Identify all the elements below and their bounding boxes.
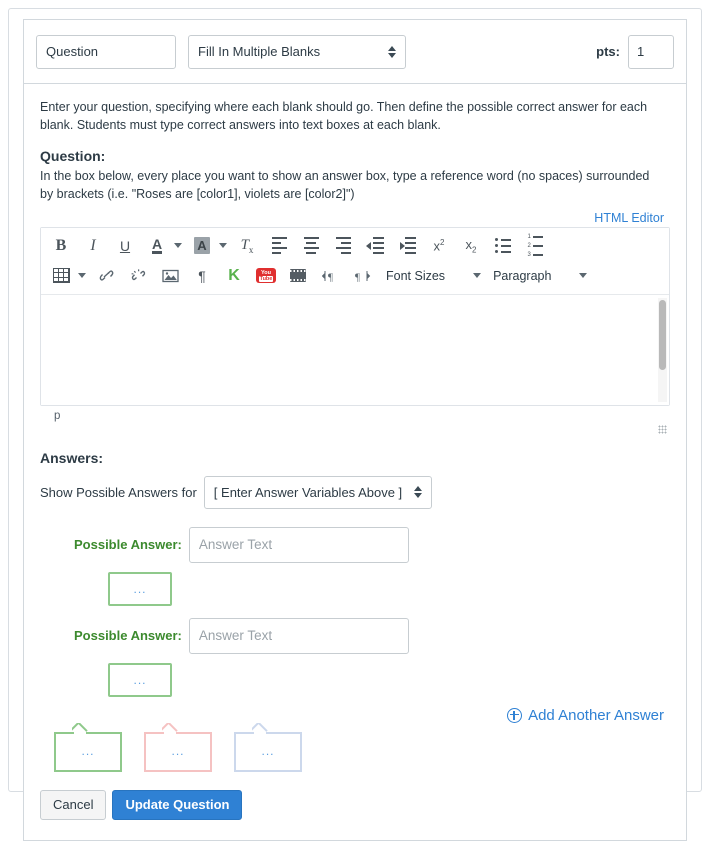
plus-circle-icon — [507, 707, 523, 723]
editor-content-area[interactable] — [41, 293, 669, 405]
image-icon[interactable] — [157, 263, 183, 289]
question-type-select[interactable]: Fill In Multiple Blanks — [188, 34, 406, 69]
update-question-button[interactable]: Update Question — [112, 789, 243, 820]
kaltura-icon[interactable]: K — [221, 263, 247, 289]
form-footer: Cancel Update Question — [40, 789, 670, 824]
possible-answer-input[interactable] — [188, 526, 409, 563]
correct-comment-bubble[interactable]: ... — [54, 731, 122, 772]
paragraph-label[interactable]: Paragraph — [485, 269, 553, 283]
editor-toolbar-row-2: ¶ K You Tube ¶ ¶ Font Sizes Paragraph — [45, 261, 665, 291]
ltr-icon[interactable]: ¶ — [317, 263, 343, 289]
question-header: Fill In Multiple Blanks pts: — [24, 20, 686, 84]
align-center-icon[interactable] — [298, 233, 324, 259]
font-sizes-label[interactable]: Font Sizes — [378, 269, 447, 283]
answer-row: Possible Answer: — [40, 526, 670, 563]
numbered-list-icon[interactable]: 1 2 3 — [522, 233, 548, 259]
points-group: pts: — [596, 34, 674, 69]
svg-text:¶: ¶ — [355, 271, 360, 283]
rich-text-editor: B I U A A Tx x2 x2 1 2 3 ¶ K You Tube ¶ … — [40, 226, 670, 406]
svg-text:¶: ¶ — [328, 271, 333, 283]
youtube-icon[interactable]: You Tube — [253, 263, 279, 289]
show-answers-row: Show Possible Answers for [ Enter Answer… — [40, 475, 670, 509]
table-icon[interactable] — [48, 263, 74, 289]
question-hint-text: In the box below, every place you want t… — [40, 169, 650, 202]
possible-answer-label: Possible Answer: — [74, 537, 182, 552]
editor-scrollbar-thumb[interactable] — [659, 299, 666, 370]
answers-heading: Answers: — [40, 449, 104, 466]
answer-item: Possible Answer: ... — [40, 526, 670, 606]
question-section-heading: Question: — [40, 148, 106, 165]
comment-bubbles-row: ... ... ... — [40, 731, 670, 772]
answer-comment-box[interactable]: ... — [108, 662, 172, 697]
underline-icon[interactable]: U — [112, 233, 138, 259]
possible-answer-label: Possible Answer: — [74, 628, 182, 643]
editor-toolbar-row-1: B I U A A Tx x2 x2 1 2 3 — [45, 231, 665, 261]
answer-comment-box[interactable]: ... — [108, 571, 172, 606]
media-icon[interactable] — [285, 263, 311, 289]
answer-variable-value: [ Enter Answer Variables Above ] — [213, 484, 403, 500]
add-answer-row: Add Another Answer — [40, 707, 670, 724]
html-editor-row: HTML Editor — [40, 210, 664, 225]
pilcrow-icon[interactable]: ¶ — [189, 263, 215, 289]
align-left-icon[interactable] — [266, 233, 292, 259]
unlink-icon[interactable] — [125, 263, 151, 289]
answer-variable-select-arrows-icon — [413, 486, 422, 498]
show-answers-label: Show Possible Answers for — [40, 484, 197, 500]
correct-comment-bubble-text: ... — [81, 743, 95, 758]
editor-status-bar: p — [40, 405, 670, 436]
question-name-input[interactable] — [36, 34, 176, 69]
points-label: pts: — [596, 44, 620, 59]
editor-element-path: p — [54, 409, 61, 422]
text-color-icon[interactable]: A — [144, 233, 170, 259]
indent-icon[interactable] — [394, 233, 420, 259]
add-another-answer-button[interactable]: Add Another Answer — [507, 707, 664, 724]
question-form: Fill In Multiple Blanks pts: Enter your … — [23, 19, 687, 841]
paragraph-chevron-down-icon[interactable] — [579, 273, 588, 278]
incorrect-comment-bubble-text: ... — [171, 743, 185, 758]
add-another-answer-label: Add Another Answer — [528, 706, 664, 724]
intro-text: Enter your question, specifying where ea… — [40, 100, 648, 133]
italic-icon[interactable]: I — [80, 233, 106, 259]
select-arrows-icon — [388, 45, 396, 58]
answer-row: Possible Answer: — [40, 617, 670, 654]
answer-variable-select[interactable]: [ Enter Answer Variables Above ] — [203, 475, 432, 509]
bullet-list-icon[interactable] — [490, 233, 516, 259]
general-comment-bubble[interactable]: ... — [234, 731, 302, 772]
general-comment-bubble-text: ... — [261, 743, 275, 758]
bold-icon[interactable]: B — [48, 233, 74, 259]
cancel-button[interactable]: Cancel — [40, 789, 107, 820]
outdent-icon[interactable] — [362, 233, 388, 259]
editor-resize-grip[interactable] — [658, 424, 667, 434]
superscript-icon[interactable]: x2 — [426, 233, 452, 259]
answer-item: Possible Answer: ... — [40, 617, 670, 697]
editor-toolbar: B I U A A Tx x2 x2 1 2 3 ¶ K You Tube ¶ … — [41, 227, 669, 294]
rtl-icon[interactable]: ¶ — [349, 263, 375, 289]
remove-formatting-icon[interactable]: Tx — [234, 233, 260, 259]
table-chevron-down-icon[interactable] — [78, 273, 86, 278]
subscript-icon[interactable]: x2 — [458, 233, 484, 259]
align-right-icon[interactable] — [330, 233, 356, 259]
link-icon[interactable] — [93, 263, 119, 289]
question-type-value: Fill In Multiple Blanks — [198, 44, 321, 59]
question-body: Enter your question, specifying where ea… — [24, 84, 686, 840]
incorrect-comment-bubble[interactable]: ... — [144, 731, 212, 772]
page-frame: Fill In Multiple Blanks pts: Enter your … — [8, 8, 702, 841]
possible-answer-input[interactable] — [188, 617, 409, 654]
font-sizes-chevron-down-icon[interactable] — [473, 273, 482, 278]
points-input[interactable] — [628, 34, 674, 69]
text-color-chevron-down-icon[interactable] — [174, 243, 182, 248]
background-color-chevron-down-icon[interactable] — [219, 243, 227, 248]
html-editor-link[interactable]: HTML Editor — [594, 211, 664, 225]
background-color-icon[interactable]: A — [189, 233, 215, 259]
